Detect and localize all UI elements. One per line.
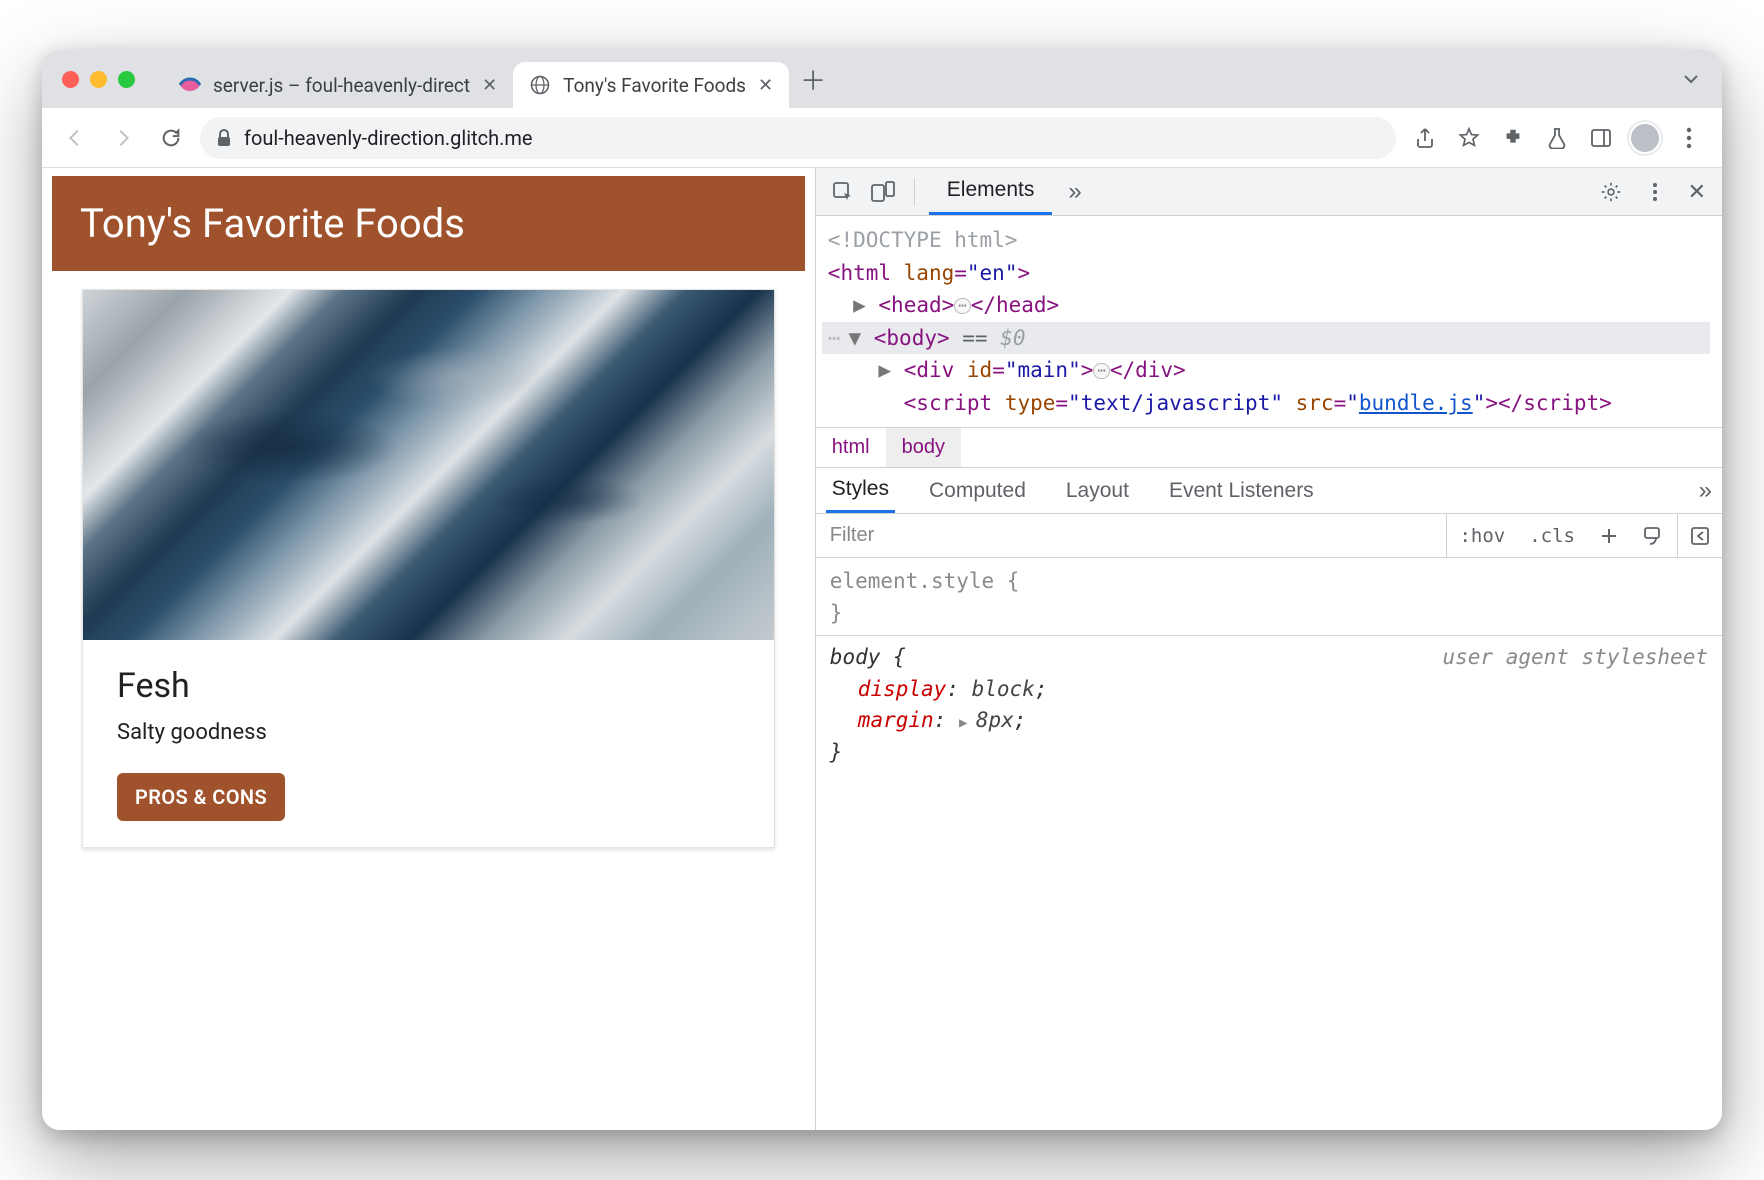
card-title: Fesh bbox=[117, 666, 740, 706]
chrome-menu-button[interactable] bbox=[1670, 119, 1708, 157]
minimize-window-button[interactable] bbox=[90, 71, 107, 88]
close-tab-icon[interactable]: ✕ bbox=[758, 75, 773, 96]
styles-subtabs: Styles Computed Layout Event Listeners » bbox=[816, 468, 1722, 514]
new-tab-button[interactable]: ＋ bbox=[795, 61, 831, 97]
page-viewport: Tony's Favorite Foods Fesh Salty goodnes… bbox=[42, 168, 815, 1130]
food-card: Fesh Salty goodness PROS & CONS bbox=[82, 289, 775, 848]
tabs-dropdown-button[interactable] bbox=[1674, 70, 1708, 88]
breadcrumb-body[interactable]: body bbox=[886, 428, 961, 467]
cls-toggle[interactable]: .cls bbox=[1517, 525, 1587, 547]
extensions-button[interactable] bbox=[1494, 119, 1532, 157]
tab-strip: server.js – foul-heavenly-direct ✕ Tony'… bbox=[42, 50, 1722, 108]
browser-window: server.js – foul-heavenly-direct ✕ Tony'… bbox=[42, 50, 1722, 1130]
rendering-emulation-icon[interactable] bbox=[1631, 526, 1677, 546]
more-tabs-icon[interactable]: » bbox=[1058, 178, 1091, 206]
devtools-menu-icon[interactable] bbox=[1638, 175, 1672, 209]
side-panel-button[interactable] bbox=[1582, 119, 1620, 157]
labs-button[interactable] bbox=[1538, 119, 1576, 157]
rule-origin: user agent stylesheet bbox=[1442, 642, 1708, 674]
devtools-settings-icon[interactable] bbox=[1594, 175, 1628, 209]
fullscreen-window-button[interactable] bbox=[118, 71, 135, 88]
bookmark-button[interactable] bbox=[1450, 119, 1488, 157]
window-controls bbox=[62, 71, 135, 88]
layout-tab[interactable]: Layout bbox=[1060, 468, 1135, 513]
card-description: Salty goodness bbox=[117, 720, 740, 745]
event-listeners-tab[interactable]: Event Listeners bbox=[1163, 468, 1320, 513]
tab-glitch-editor[interactable]: server.js – foul-heavenly-direct ✕ bbox=[163, 62, 513, 108]
device-toolbar-icon[interactable] bbox=[866, 175, 900, 209]
more-style-tabs-icon[interactable]: » bbox=[1699, 477, 1712, 505]
pros-cons-button[interactable]: PROS & CONS bbox=[117, 773, 285, 821]
body-node-selected[interactable]: ⋯▼ <body> == $0 bbox=[822, 322, 1710, 355]
tab-title: server.js – foul-heavenly-direct bbox=[213, 74, 470, 97]
styles-tab[interactable]: Styles bbox=[826, 468, 895, 513]
devtools-close-icon[interactable]: ✕ bbox=[1682, 179, 1712, 205]
breadcrumb-bar: html body bbox=[816, 427, 1722, 468]
devtools-panel: Elements » ✕ <!DOCTYPE html> <html lang=… bbox=[815, 168, 1722, 1130]
close-tab-icon[interactable]: ✕ bbox=[482, 75, 497, 96]
computed-tab[interactable]: Computed bbox=[923, 468, 1032, 513]
body-selector: body { bbox=[830, 645, 906, 669]
glitch-favicon-icon bbox=[179, 74, 201, 96]
avatar-icon bbox=[1629, 122, 1661, 154]
url-text: foul-heavenly-direction.glitch.me bbox=[244, 126, 533, 150]
close-window-button[interactable] bbox=[62, 71, 79, 88]
styles-rules[interactable]: element.style { } user agent stylesheet … bbox=[816, 558, 1722, 776]
lock-icon bbox=[216, 129, 232, 147]
dom-tree[interactable]: <!DOCTYPE html> <html lang="en"> ▶ <head… bbox=[816, 216, 1722, 427]
browser-toolbar: foul-heavenly-direction.glitch.me bbox=[42, 108, 1722, 168]
reload-button[interactable] bbox=[152, 119, 190, 157]
hov-toggle[interactable]: :hov bbox=[1446, 514, 1517, 557]
elements-tab[interactable]: Elements bbox=[929, 168, 1053, 215]
new-style-rule-icon[interactable] bbox=[1587, 526, 1631, 546]
inspect-element-icon[interactable] bbox=[826, 175, 860, 209]
breadcrumb-html[interactable]: html bbox=[816, 428, 886, 467]
profile-button[interactable] bbox=[1626, 119, 1664, 157]
tab-tonys-favorite-foods[interactable]: Tony's Favorite Foods ✕ bbox=[513, 62, 789, 108]
globe-favicon-icon bbox=[529, 74, 551, 96]
computed-sidebar-toggle-icon[interactable] bbox=[1677, 514, 1722, 557]
content-area: Tony's Favorite Foods Fesh Salty goodnes… bbox=[42, 168, 1722, 1130]
forward-button[interactable] bbox=[104, 119, 142, 157]
page-title: Tony's Favorite Foods bbox=[52, 176, 805, 271]
card-image bbox=[83, 290, 774, 640]
styles-filter-input[interactable] bbox=[816, 514, 1447, 557]
tab-title: Tony's Favorite Foods bbox=[563, 74, 746, 97]
element-style-selector: element.style { bbox=[830, 569, 1020, 593]
share-button[interactable] bbox=[1406, 119, 1444, 157]
back-button[interactable] bbox=[56, 119, 94, 157]
devtools-tabbar: Elements » ✕ bbox=[816, 168, 1722, 216]
bundle-link[interactable]: bundle.js bbox=[1359, 391, 1473, 415]
styles-filter-bar: :hov .cls bbox=[816, 514, 1722, 558]
address-bar[interactable]: foul-heavenly-direction.glitch.me bbox=[200, 117, 1396, 159]
doctype-node: <!DOCTYPE html> bbox=[828, 228, 1018, 252]
